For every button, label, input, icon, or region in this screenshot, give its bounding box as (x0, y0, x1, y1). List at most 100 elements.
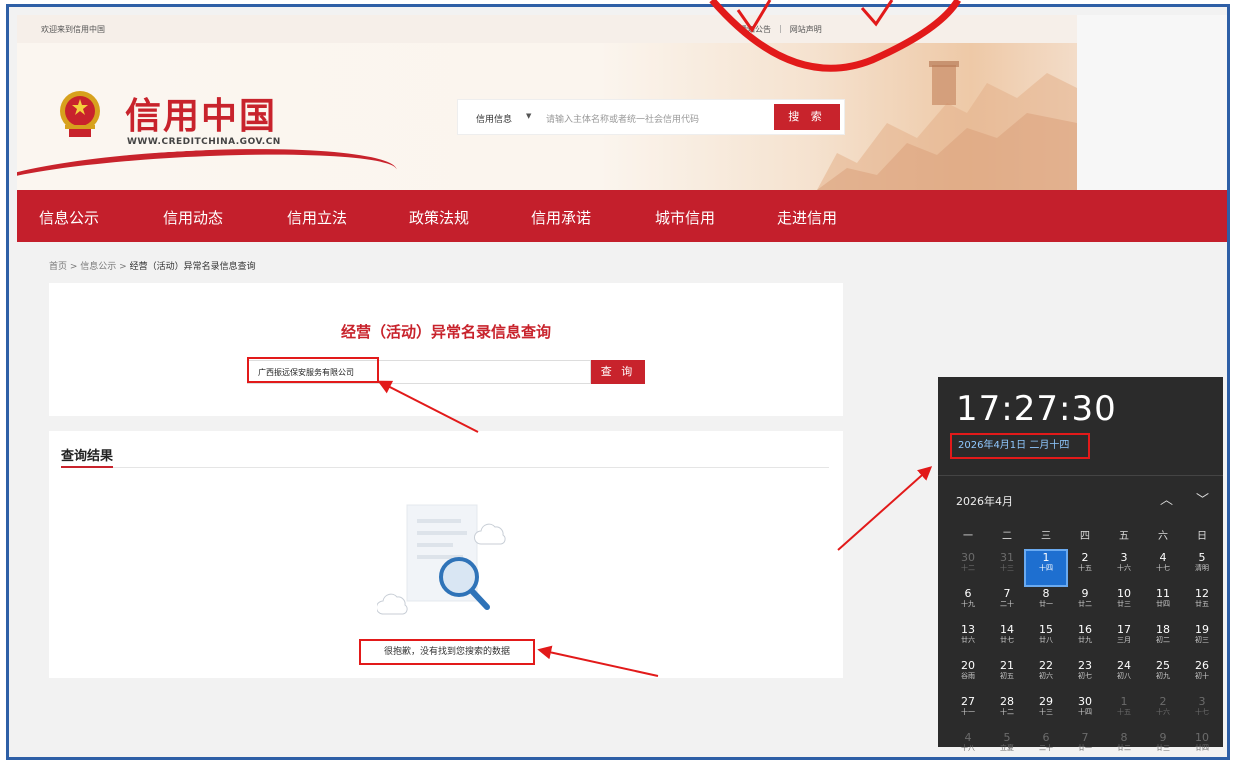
national-emblem-icon[interactable] (57, 89, 103, 141)
breadcrumb-separator: > (67, 262, 81, 272)
calendar-day[interactable]: 9 廿三 (1143, 731, 1183, 757)
calendar-day-lunar: 廿七 (1000, 636, 1014, 644)
breadcrumb-current: 经营（活动）异常名录信息查询 (129, 262, 256, 272)
nav-item-credit-news[interactable]: 信用动态 (163, 207, 223, 228)
calendar-day[interactable]: 30 十四 (1065, 695, 1105, 729)
calendar-day[interactable]: 9 廿二 (1065, 587, 1105, 621)
calendar-day[interactable]: 5 清明 (1182, 551, 1222, 585)
top-links: 通知公告 | 网站声明 (739, 24, 822, 35)
calendar-day-lunar: 二十 (1039, 744, 1053, 752)
calendar-day[interactable]: 6 二十 (1026, 731, 1066, 757)
search-type-select[interactable]: 信用信息 (476, 112, 512, 125)
calendar-day[interactable]: 10 廿四 (1182, 731, 1222, 757)
notice-link[interactable]: 通知公告 (739, 24, 771, 35)
calendar-day[interactable]: 3 十六 (1104, 551, 1144, 585)
breadcrumb-section[interactable]: 信息公示 (80, 262, 116, 272)
calendar-day-number: 14 (1000, 623, 1014, 636)
chevron-up-icon[interactable]: ︿ (1160, 489, 1173, 508)
calendar-day[interactable]: 7 廿一 (1065, 731, 1105, 757)
calendar-day-number: 5 (1003, 731, 1011, 744)
calendar-day[interactable]: 26 初十 (1182, 659, 1222, 693)
breadcrumb-home[interactable]: 首页 (49, 262, 67, 272)
calendar-day[interactable]: 4 十八 (948, 731, 988, 757)
calendar-day[interactable]: 4 十七 (1143, 551, 1183, 585)
calendar-day-number: 23 (1078, 659, 1092, 672)
calendar-day[interactable]: 23 初七 (1065, 659, 1105, 693)
chevron-down-icon[interactable]: ﹀ (1196, 489, 1209, 508)
calendar-day-lunar: 十六 (1156, 708, 1170, 716)
nav-item-credit-legislation[interactable]: 信用立法 (287, 207, 347, 228)
calendar-day-number: 12 (1195, 587, 1209, 600)
calendar-day[interactable]: 12 廿五 (1182, 587, 1222, 621)
annotation-box-input (247, 357, 379, 383)
caret-down-icon[interactable]: ▼ (526, 112, 531, 120)
nav-item-about-credit[interactable]: 走进信用 (777, 207, 837, 228)
header-swoosh (17, 140, 399, 190)
calendar-day[interactable]: 10 廿三 (1104, 587, 1144, 621)
calendar-day[interactable]: 30 十二 (948, 551, 988, 585)
calendar-day-number: 2 (1159, 695, 1167, 708)
calendar-day-number: 16 (1078, 623, 1092, 636)
calendar-day[interactable]: 25 初九 (1143, 659, 1183, 693)
calendar-day[interactable]: 14 廿七 (987, 623, 1027, 657)
calendar-day-number: 10 (1195, 731, 1209, 744)
nav-item-policies[interactable]: 政策法规 (409, 207, 469, 228)
header-search-input[interactable]: 请输入主体名称或者统一社会信用代码 (546, 112, 699, 125)
calendar-day-lunar: 十四 (1078, 708, 1092, 716)
calendar-day-lunar: 廿二 (1117, 744, 1131, 752)
calendar-day-lunar: 立夏 (1000, 744, 1014, 752)
calendar-day[interactable]: 29 十三 (1026, 695, 1066, 729)
calendar-month-label[interactable]: 2026年4月 (956, 493, 1013, 509)
calendar-day[interactable]: 19 初三 (1182, 623, 1222, 657)
clock-date[interactable]: 2026年4月1日 二月十四 (950, 433, 1090, 459)
calendar-day[interactable]: 13 廿六 (948, 623, 988, 657)
calendar-day[interactable]: 17 三月 (1104, 623, 1144, 657)
calendar-day[interactable]: 27 十一 (948, 695, 988, 729)
calendar-day-number: 10 (1117, 587, 1131, 600)
site-logo-text[interactable]: 信用中国 (125, 87, 277, 139)
query-button[interactable]: 查 询 (591, 360, 645, 384)
calendar-day-lunar: 初六 (1039, 672, 1053, 680)
main-nav: 信息公示 信用动态 信用立法 政策法规 信用承诺 城市信用 走进信用 (17, 190, 1227, 242)
calendar-day[interactable]: 21 初五 (987, 659, 1027, 693)
calendar-day[interactable]: 18 初二 (1143, 623, 1183, 657)
calendar-day[interactable]: 2 十六 (1143, 695, 1183, 729)
statement-link[interactable]: 网站声明 (790, 24, 822, 35)
calendar-day-today[interactable]: 1 十四 (1024, 549, 1068, 587)
calendar-day[interactable]: 15 廿八 (1026, 623, 1066, 657)
calendar-day[interactable]: 11 廿四 (1143, 587, 1183, 621)
calendar-day[interactable]: 2 十五 (1065, 551, 1105, 585)
calendar-day[interactable]: 24 初八 (1104, 659, 1144, 693)
header-search-button[interactable]: 搜 索 (774, 104, 840, 130)
nav-item-credit-commitment[interactable]: 信用承诺 (531, 207, 591, 228)
calendar-day[interactable]: 16 廿九 (1065, 623, 1105, 657)
calendar-day-lunar: 十七 (1156, 564, 1170, 572)
calendar-day[interactable]: 28 十二 (987, 695, 1027, 729)
calendar-day-number: 30 (1078, 695, 1092, 708)
calendar-day-number: 4 (964, 731, 972, 744)
calendar-day[interactable]: 7 二十 (987, 587, 1027, 621)
calendar-day-number: 5 (1198, 551, 1206, 564)
calendar-day[interactable]: 31 十三 (987, 551, 1027, 585)
nav-item-info-disclosure[interactable]: 信息公示 (39, 207, 99, 228)
calendar-day[interactable]: 8 廿一 (1026, 587, 1066, 621)
calendar-day-number: 1 (1042, 551, 1050, 564)
calendar-day[interactable]: 5 立夏 (987, 731, 1027, 757)
calendar-day-lunar: 廿一 (1078, 744, 1092, 752)
results-heading-underline (61, 466, 113, 468)
calendar-day[interactable]: 3 十七 (1182, 695, 1222, 729)
great-wall-image (817, 61, 1077, 190)
nav-item-city-credit[interactable]: 城市信用 (655, 207, 715, 228)
calendar-day[interactable]: 8 廿二 (1104, 731, 1144, 757)
calendar-day[interactable]: 1 十五 (1104, 695, 1144, 729)
no-results-illustration-icon (377, 504, 506, 615)
calendar-day-number: 22 (1039, 659, 1053, 672)
calendar-day[interactable]: 6 十九 (948, 587, 988, 621)
query-title: 经营（活动）异常名录信息查询 (340, 323, 551, 341)
calendar-day-number: 4 (1159, 551, 1167, 564)
calendar-day-lunar: 廿四 (1156, 600, 1170, 608)
calendar-day[interactable]: 20 谷雨 (948, 659, 988, 693)
results-divider (61, 467, 829, 468)
calendar-day[interactable]: 22 初六 (1026, 659, 1066, 693)
welcome-text: 欢迎来到信用中国 (41, 25, 105, 34)
